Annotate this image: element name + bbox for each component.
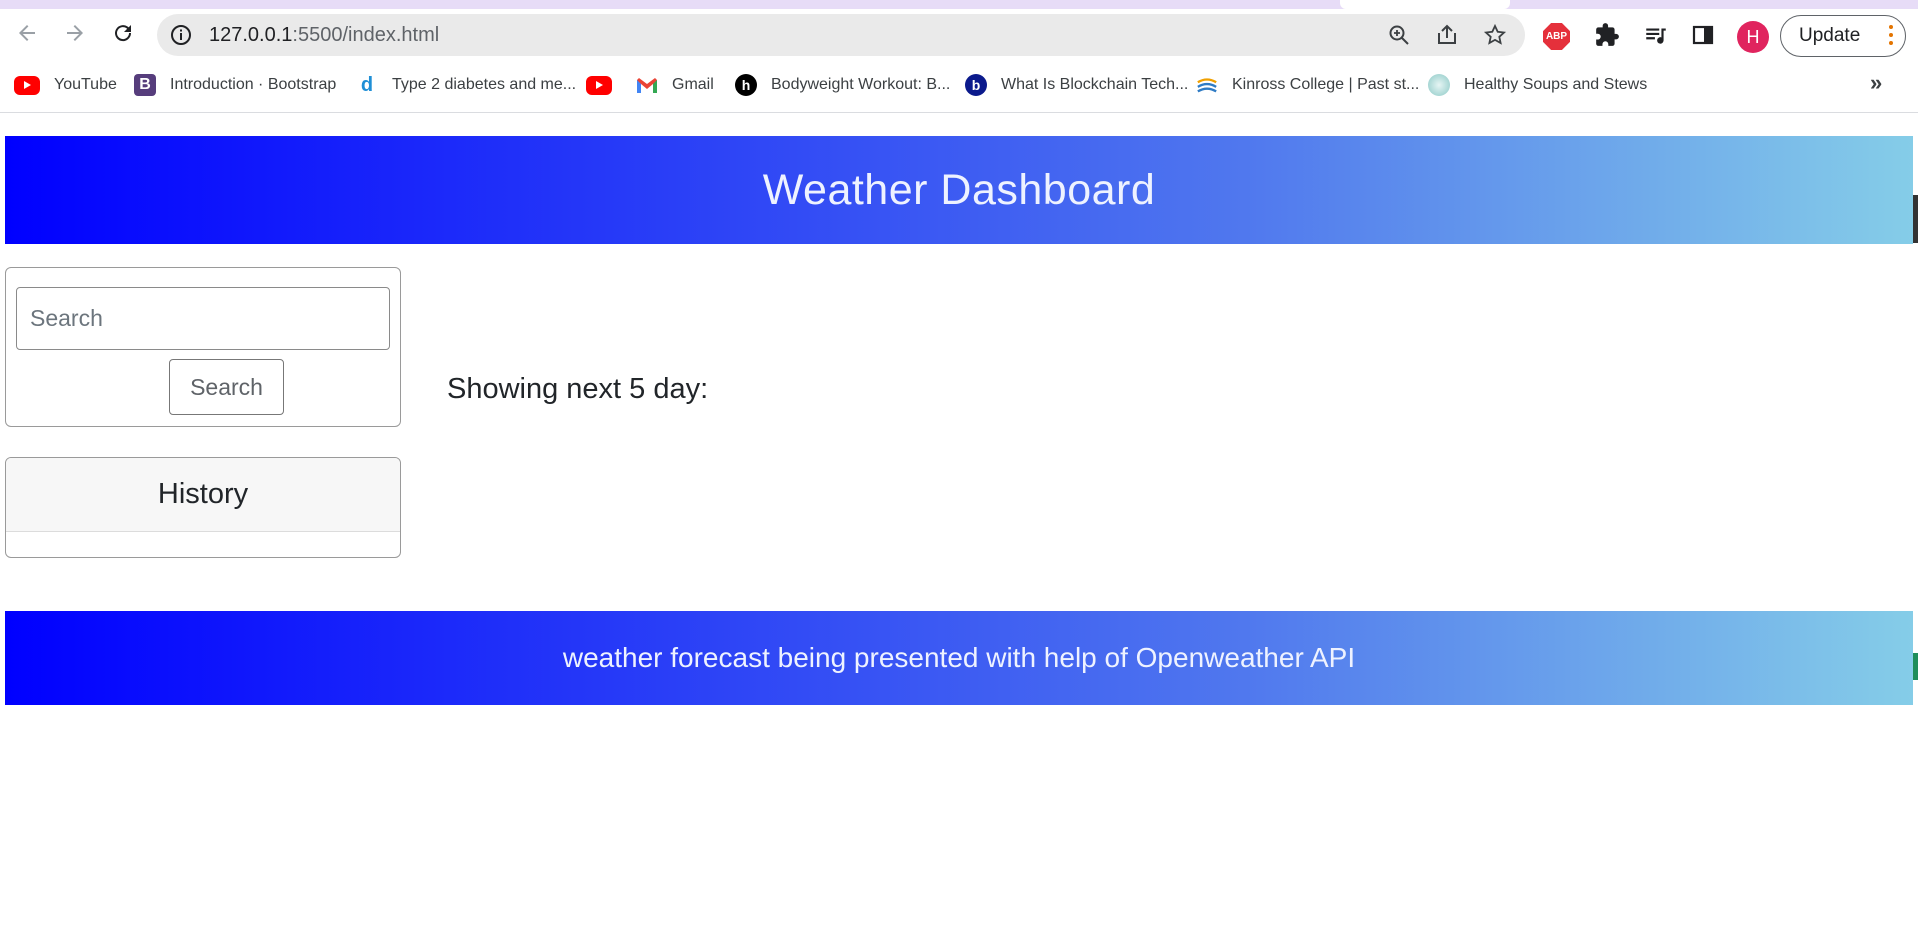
bookmark-label: YouTube [54,76,117,93]
page-header: Weather Dashboard [5,136,1913,244]
diabetes-icon: d [360,73,374,96]
url-host: 127.0.0.1 [209,24,293,46]
update-label: Update [1799,25,1861,46]
forward-button[interactable] [57,15,93,51]
history-card: History [5,457,401,558]
search-button[interactable]: Search [169,359,284,415]
puzzle-icon [1596,23,1619,46]
arrow-left-icon [19,25,35,41]
bookmark-kinross[interactable]: Kinross College | Past st... [1196,68,1419,102]
bookmark-youtube-2[interactable] [586,68,626,102]
scrollbar-thumb[interactable] [1913,195,1918,243]
gmail-icon [636,74,658,96]
bootstrap-icon: B [134,74,156,96]
address-bar[interactable]: 127.0.0.1:5500/index.html [157,14,1525,56]
forecast-heading: Showing next 5 day: [447,373,709,405]
bookmark-label: Type 2 diabetes and me... [392,76,577,93]
profile-avatar[interactable]: H [1737,21,1769,53]
bookmark-label: Bodyweight Workout: B... [771,76,951,93]
workout-icon: h [735,74,757,96]
page-title: Weather Dashboard [762,165,1156,214]
extensions-icon[interactable] [1592,20,1622,50]
arrow-right-icon [67,25,83,41]
bookmark-blockchain[interactable]: b What Is Blockchain Tech... [965,68,1188,102]
page-viewport: Weather Dashboard Search History Showing… [0,113,1918,937]
history-title: History [6,458,400,532]
bookmark-diabetes[interactable]: d Type 2 diabetes and me... [356,68,576,102]
bookmark-label: What Is Blockchain Tech... [1001,76,1189,93]
bookmark-gmail[interactable]: Gmail [636,68,714,102]
reload-button[interactable] [105,15,141,51]
tab-strip [0,0,1918,9]
college-icon [1196,74,1218,96]
playlist-icon [1646,28,1666,44]
youtube-icon [14,75,40,95]
zoom-icon[interactable] [1387,23,1411,47]
side-panel-icon[interactable] [1688,20,1718,50]
url-path: :5500/index.html [292,24,440,46]
bookmarks-bar: YouTube B Introduction · Bootstrap d Typ… [0,68,1918,102]
update-button[interactable]: Update [1780,15,1906,57]
adblock-label: ABP [1545,31,1568,42]
bookmark-label: Healthy Soups and Stews [1464,76,1648,93]
profile-initial: H [1746,26,1760,47]
active-tab[interactable] [1340,0,1510,9]
bookmark-label: Introduction · Bootstrap [170,76,337,93]
star-icon[interactable] [1483,23,1507,47]
info-icon[interactable] [169,23,193,47]
bookmark-workout[interactable]: h Bodyweight Workout: B... [735,68,950,102]
bookmark-label: Gmail [672,76,714,93]
adblock-extension-icon[interactable]: ABP [1543,23,1570,50]
search-input[interactable] [16,287,390,350]
browser-toolbar: 127.0.0.1:5500/index.html ABP H Update [0,9,1918,61]
reload-icon [115,25,132,42]
bookmark-label: Kinross College | Past st... [1232,76,1420,93]
youtube-icon [586,75,612,95]
sidebar-icon [1692,25,1714,45]
side-panel-tab[interactable] [1913,653,1918,680]
url-text[interactable]: 127.0.0.1:5500/index.html [209,14,439,56]
bookmark-bootstrap[interactable]: B Introduction · Bootstrap [134,68,336,102]
bookmarks-overflow-button[interactable]: » [1870,70,1882,96]
media-control-icon[interactable] [1641,20,1671,50]
soup-icon [1428,74,1450,96]
page-footer: weather forecast being presented with he… [5,611,1913,705]
bookmark-soups[interactable]: Healthy Soups and Stews [1428,68,1647,102]
search-card: Search [5,267,401,427]
browser-chrome: 127.0.0.1:5500/index.html ABP H Update Y… [0,0,1918,113]
blockchain-icon: b [965,74,987,96]
back-button[interactable] [9,15,45,51]
share-icon[interactable] [1435,23,1459,47]
footer-text: weather forecast being presented with he… [562,642,1356,673]
kebab-menu-icon [1889,25,1893,49]
bookmark-youtube[interactable]: YouTube [14,68,117,102]
